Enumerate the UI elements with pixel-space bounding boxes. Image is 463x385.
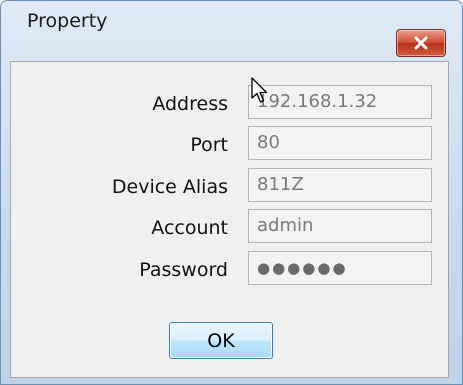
account-field[interactable] <box>248 209 432 243</box>
account-label: Account <box>151 217 228 239</box>
address-row: Address <box>11 85 448 123</box>
address-label: Address <box>152 93 228 115</box>
ok-button[interactable]: OK <box>169 322 273 359</box>
close-x-icon <box>414 36 428 50</box>
account-row: Account <box>11 209 448 247</box>
address-field[interactable] <box>248 85 432 119</box>
dialog-body: Address Port Device Alias Account Passwo… <box>10 61 449 378</box>
device-alias-field[interactable] <box>248 168 432 202</box>
close-button[interactable] <box>396 29 446 57</box>
mouse-pointer-icon <box>251 77 268 103</box>
device-alias-label: Device Alias <box>111 176 228 198</box>
password-label: Password <box>139 259 228 281</box>
property-dialog: Property Address Port Device Alias Accou… <box>0 0 463 385</box>
title-bar[interactable]: Property <box>1 1 462 39</box>
alias-row: Device Alias <box>11 168 448 206</box>
port-label: Port <box>190 134 228 156</box>
port-row: Port <box>11 126 448 164</box>
password-row: Password <box>11 251 448 289</box>
dialog-title: Property <box>27 10 108 32</box>
password-field[interactable] <box>248 251 432 285</box>
port-field[interactable] <box>248 126 432 160</box>
